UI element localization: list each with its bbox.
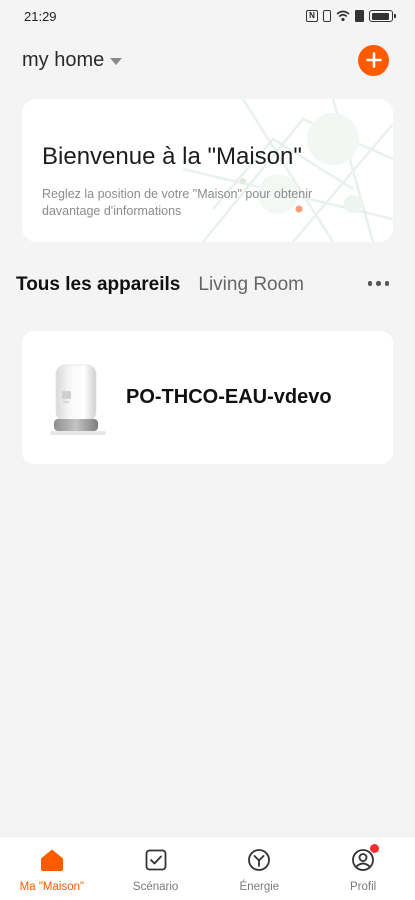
nav-item-scenario[interactable]: Scénario [106, 837, 206, 900]
battery-fill [371, 12, 389, 20]
header: my home [0, 38, 415, 82]
status-icons: N [306, 10, 396, 22]
battery-icon [369, 10, 396, 22]
sim-icon [355, 10, 364, 22]
wifi-icon [336, 10, 350, 22]
more-dot [384, 281, 389, 286]
tab-living-room[interactable]: Living Room [198, 274, 304, 296]
caret-down-icon [110, 57, 123, 65]
room-tabs: Tous les appareils Living Room [0, 265, 415, 305]
nav-label-profile: Profil [350, 881, 377, 893]
more-dot [367, 281, 372, 286]
home-name: my home [22, 48, 105, 71]
bottom-nav: Ma "Maison" Scénario Énergie Profil [0, 836, 415, 900]
nav-item-profile[interactable]: Profil [313, 837, 413, 900]
home-selector[interactable]: my home [22, 48, 123, 72]
more-dot [376, 281, 381, 286]
home-icon [39, 847, 65, 873]
device-card[interactable]: PO-THCO-EAU-vdevo [22, 331, 393, 464]
nav-label-energy: Énergie [239, 881, 280, 893]
welcome-card[interactable]: Bienvenue à la "Maison" Reglez la positi… [22, 99, 393, 242]
nfc-icon: N [306, 10, 318, 22]
welcome-subtitle: Reglez la position de votre "Maison" pou… [42, 187, 313, 218]
energy-icon [246, 847, 272, 873]
nav-label-home: Ma "Maison" [19, 881, 85, 893]
status-bar: 21:29 N [0, 0, 415, 32]
nav-item-home[interactable]: Ma "Maison" [2, 837, 102, 900]
nav-label-scenario: Scénario [132, 881, 179, 893]
tab-all-devices[interactable]: Tous les appareils [16, 274, 180, 296]
welcome-title: Bienvenue à la "Maison" [42, 143, 302, 170]
scenario-checkbox-icon [143, 847, 169, 873]
plus-icon [365, 52, 382, 68]
status-time: 21:29 [24, 8, 57, 24]
notification-badge [370, 844, 380, 853]
more-options-button[interactable] [367, 275, 389, 292]
profile-icon [350, 844, 380, 873]
add-button[interactable] [358, 44, 389, 76]
thermostat-valve-icon [50, 364, 106, 435]
nav-item-energy[interactable]: Énergie [209, 837, 309, 900]
vibrate-icon [323, 10, 331, 22]
device-name: PO-THCO-EAU-vdevo [126, 386, 332, 408]
